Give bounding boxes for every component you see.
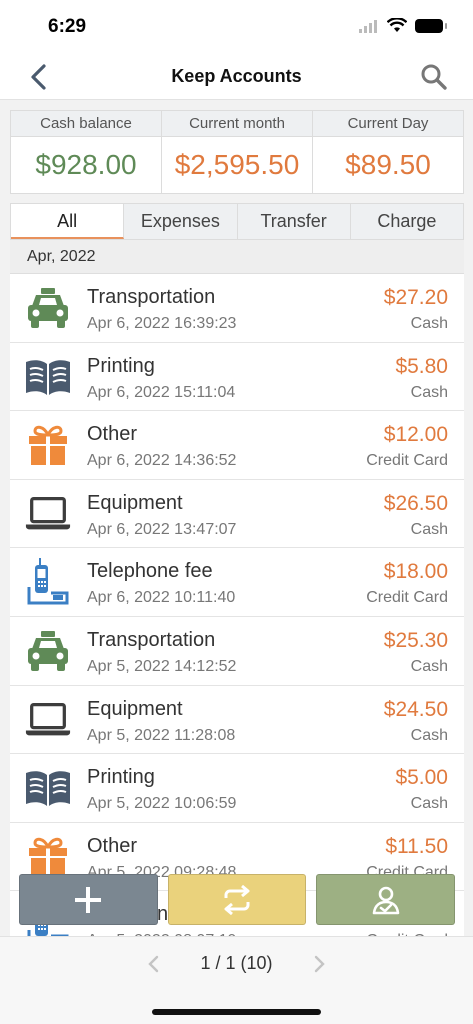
page-title: Keep Accounts (171, 66, 302, 86)
tab-expenses[interactable]: Expenses (124, 204, 238, 239)
taxi-icon (24, 285, 72, 331)
current-month-value: $2,595.50 (174, 149, 300, 180)
page-indicator: 1 / 1 (10) (200, 953, 273, 973)
transaction-amount: $26.50 (383, 491, 448, 515)
chevron-right-icon[interactable] (311, 954, 327, 974)
transfer-button[interactable] (167, 874, 307, 925)
transaction-list[interactable]: Apr, 2022 Transportation Apr 6, 2022 16:3… (10, 240, 464, 936)
sync-icon (224, 884, 250, 915)
transaction-rows: Transportation Apr 6, 2022 16:39:23 $27.20… (10, 274, 464, 936)
filter-tabs: All Expenses Transfer Charge (10, 203, 464, 240)
transaction-date: Apr 5, 2022 11:28:08 (87, 726, 236, 744)
transaction-category: Other (87, 834, 138, 857)
transaction-category: Equipment (87, 697, 183, 720)
current-day-cell: Current Day $89.50 (313, 111, 463, 193)
book-icon (24, 354, 72, 400)
wifi-icon (387, 18, 407, 32)
transaction-date: Apr 6, 2022 15:11:04 (87, 383, 236, 401)
summary-panel: Cash balance $928.00 Current month $2,59… (10, 110, 464, 194)
current-day-label: Current Day (313, 111, 463, 137)
section-header: Apr, 2022 (10, 240, 464, 274)
transaction-category: Printing (87, 354, 155, 377)
tab-charge[interactable]: Charge (351, 204, 463, 239)
action-bar (19, 874, 456, 926)
current-day-value: $89.50 (345, 149, 431, 180)
cash-balance-label: Cash balance (11, 111, 161, 137)
status-bar: 6:29 (0, 0, 473, 54)
status-icons (359, 18, 447, 33)
transaction-amount: $18.00 (383, 560, 448, 584)
transaction-date: Apr 6, 2022 16:39:23 (87, 315, 237, 332)
transaction-category: Other (87, 423, 138, 446)
status-time: 6:29 (48, 16, 87, 37)
payment-method: Credit Card (366, 589, 448, 607)
tab-all[interactable]: All (11, 204, 125, 239)
transaction-row[interactable]: Printing Apr 5, 2022 10:06:59 $5.00 Cash (10, 754, 464, 823)
payment-method: Cash (410, 795, 448, 813)
current-month-cell: Current month $2,595.50 (162, 111, 313, 193)
signal-icon (359, 19, 377, 33)
gift-icon (24, 422, 72, 468)
transaction-row[interactable]: Transportation Apr 5, 2022 14:12:52 $25.30… (10, 616, 464, 686)
payment-method: Cash (410, 383, 448, 401)
transaction-category: Equipment (87, 491, 183, 514)
cash-balance-value: $928.00 (35, 149, 137, 180)
battery-icon (415, 18, 447, 33)
transaction-row[interactable]: Telephone fee Apr 6, 2022 10:11:40 $18.00 C… (10, 548, 464, 617)
transaction-amount: $24.50 (383, 697, 448, 721)
payment-method: Cash (410, 726, 448, 744)
payment-method: Cash (410, 657, 448, 675)
transaction-row[interactable]: Equipment Apr 6, 2022 13:47:07 $26.50 Cash (10, 479, 464, 549)
transaction-date: Apr 5, 2022 14:12:52 (87, 657, 237, 675)
transaction-amount: $11.50 (385, 834, 448, 858)
transaction-amount: $5.00 (395, 766, 448, 790)
transaction-row[interactable]: Other Apr 6, 2022 14:36:52 $12.00 Credit Ca… (10, 411, 464, 480)
payment-method: Credit Card (366, 452, 448, 470)
transaction-date: Apr 6, 2022 10:11:40 (87, 589, 236, 607)
home-indicator (152, 1009, 321, 1015)
current-month-label: Current month (162, 111, 312, 137)
payment-method: Cash (410, 315, 448, 332)
taxi-icon (24, 628, 72, 674)
add-button[interactable] (19, 874, 158, 925)
transaction-amount: $12.00 (383, 423, 448, 447)
transaction-date: Apr 6, 2022 13:47:07 (87, 520, 237, 538)
transaction-row[interactable]: Transportation Apr 6, 2022 16:39:23 $27.20… (10, 274, 464, 343)
transaction-category: Transportation (87, 628, 216, 651)
gift-icon (24, 834, 72, 880)
account-button[interactable] (316, 874, 456, 925)
transaction-row[interactable]: Printing Apr 6, 2022 15:11:04 $5.80 Cash (10, 342, 464, 412)
transaction-date: Apr 5, 2022 10:06:59 (87, 795, 237, 813)
search-icon[interactable] (419, 62, 449, 92)
cash-balance-cell: Cash balance $928.00 (11, 111, 162, 193)
book-icon (24, 765, 72, 811)
user-check-icon (372, 886, 399, 914)
transaction-date: Apr 6, 2022 14:36:52 (87, 452, 237, 470)
plus-icon (75, 886, 102, 913)
phone-icon (24, 558, 72, 605)
transaction-category: Printing (87, 766, 155, 789)
laptop-icon (24, 697, 72, 743)
transaction-amount: $25.30 (383, 628, 448, 652)
transaction-amount: $27.20 (383, 286, 448, 309)
transaction-row[interactable]: Equipment Apr 5, 2022 11:28:08 $24.50 Cash (10, 685, 464, 755)
transaction-category: Transportation (87, 286, 216, 308)
nav-bar: Keep Accounts (0, 54, 473, 100)
tab-transfer[interactable]: Transfer (238, 204, 351, 239)
laptop-icon (24, 491, 72, 537)
payment-method: Cash (410, 520, 448, 538)
transaction-amount: $5.80 (395, 354, 448, 378)
transaction-category: Telephone fee (87, 560, 213, 583)
